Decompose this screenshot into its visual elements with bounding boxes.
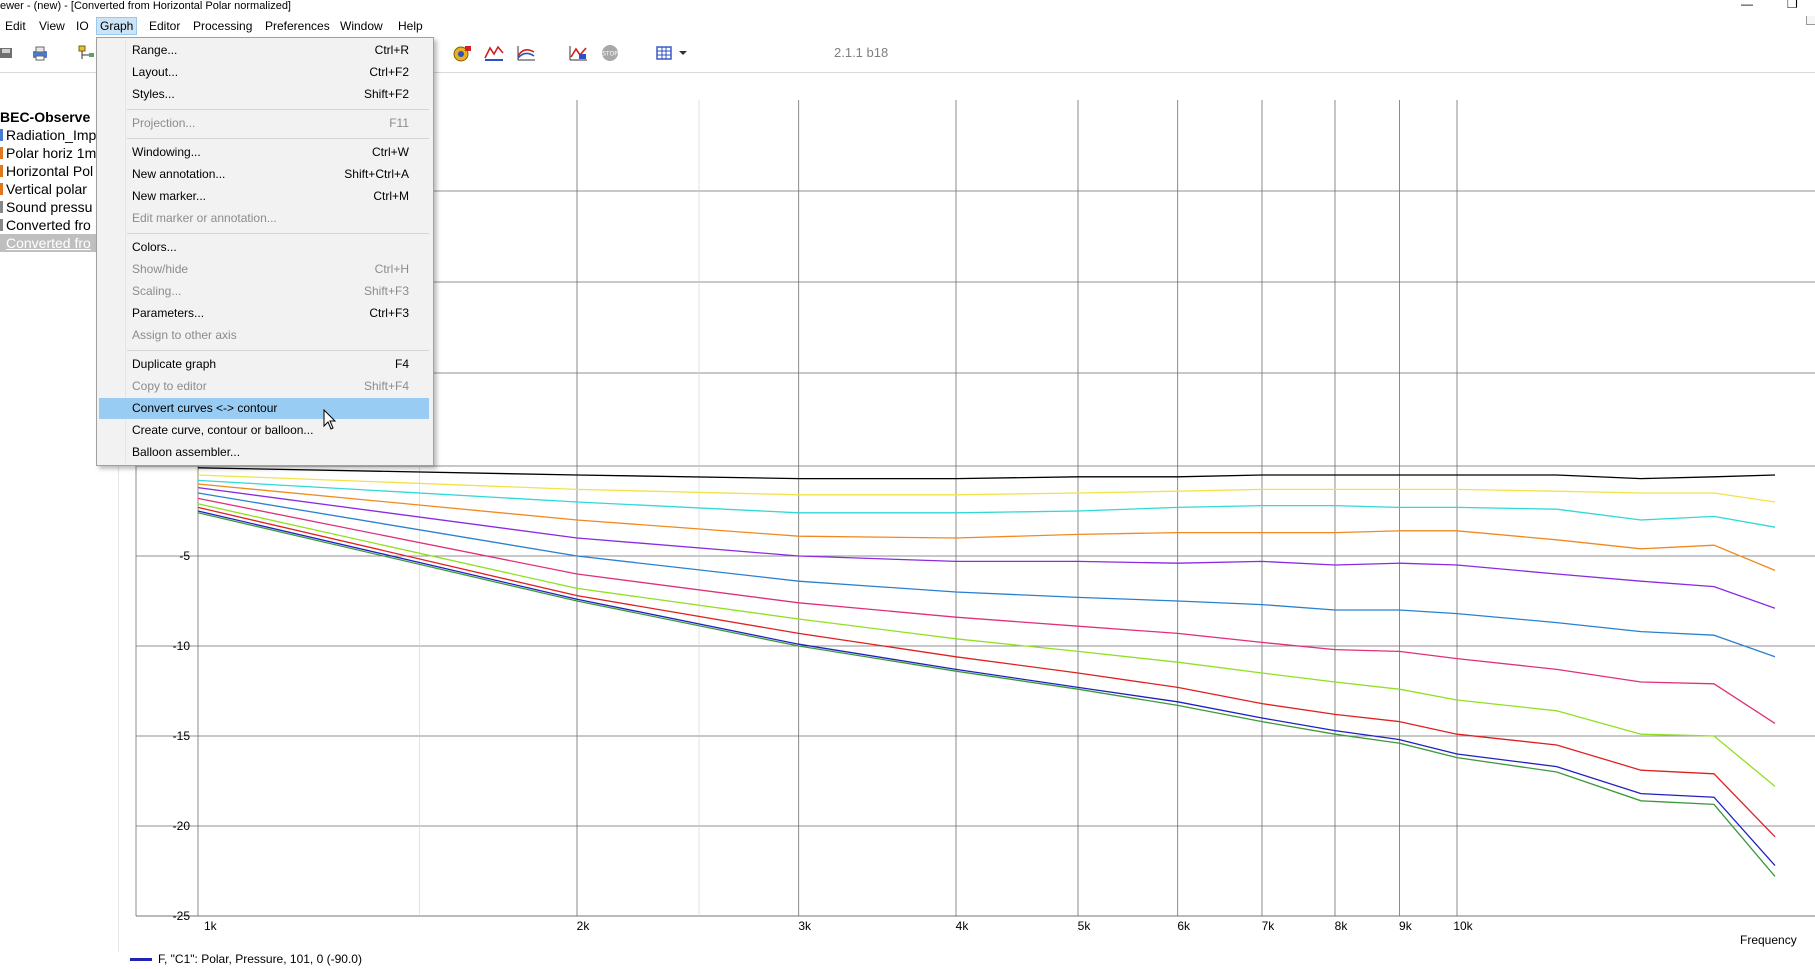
axis-label-layer: -5 -10 -15 -20 -25 1k 2k 3k 4k 5k 6k 7k 8k 9k 10k Frequ… (173, 549, 1797, 947)
menu-item-shortcut: Shift+Ctrl+A (344, 167, 409, 181)
x-axis-label: Frequency (1740, 933, 1797, 947)
x-tick-label: 10k (1453, 919, 1473, 933)
menu-item-label: Range... (132, 43, 178, 57)
menu-item-label: Balloon assembler... (132, 445, 241, 459)
curve-series-2 (197, 479, 1776, 528)
curve-series-5 (197, 492, 1776, 658)
x-tick-label: 6k (1177, 919, 1191, 933)
menu-item-convert-curves-contour[interactable]: Convert curves <-> contour (99, 398, 429, 419)
x-tick-label: 8k (1335, 919, 1349, 933)
curve-series-4 (197, 486, 1776, 609)
menu-item-label: Colors... (132, 240, 177, 254)
menu-item-new-marker[interactable]: New marker... Ctrl+M (99, 186, 429, 207)
menu-item-label: Convert curves <-> contour (132, 401, 278, 415)
curve-series-0 (197, 467, 1776, 480)
menu-item-label: Projection... (132, 116, 196, 130)
x-tick-label: 2k (577, 919, 591, 933)
menu-item-label: Create curve, contour or balloon... (132, 423, 314, 437)
y-tick-label: -15 (173, 729, 191, 743)
y-tick-label: -5 (179, 549, 190, 563)
curve-series-1 (197, 474, 1776, 503)
x-tick-label: 4k (956, 919, 970, 933)
curve-series-9 (197, 510, 1776, 867)
menu-item-projection[interactable]: Projection... F11 (99, 113, 429, 134)
graph-menu-dropdown: Range... Ctrl+R Layout... Ctrl+F2 Styles... S… (96, 37, 434, 466)
menu-item-label: Assign to other axis (132, 328, 237, 342)
menu-item-show-hide[interactable]: Show/hide Ctrl+H (99, 259, 429, 280)
menu-item-shortcut: Shift+F3 (363, 284, 409, 298)
menu-item-edit-marker-or-annotation[interactable]: Edit marker or annotation... (99, 208, 429, 229)
menu-item-shortcut: Ctrl+F3 (369, 306, 409, 320)
menu-item-label: Copy to editor (132, 379, 207, 393)
curve-series-3 (197, 483, 1776, 572)
menu-item-shortcut: Ctrl+W (372, 145, 409, 159)
menu-item-shortcut: Shift+F2 (363, 87, 409, 101)
menu-item-label: Parameters... (132, 306, 205, 320)
mouse-cursor-icon (323, 409, 337, 430)
x-tick-label: 1k (204, 919, 218, 933)
menu-item-balloon-assembler[interactable]: Balloon assembler... (99, 442, 429, 463)
menu-item-range[interactable]: Range... Ctrl+R (99, 40, 429, 61)
menu-item-new-annotation[interactable]: New annotation... Shift+Ctrl+A (99, 164, 429, 185)
menu-item-shortcut: Shift+F4 (363, 379, 409, 393)
menu-item-layout[interactable]: Layout... Ctrl+F2 (99, 62, 429, 83)
menu-item-create-curve-contour-or-balloon[interactable]: Create curve, contour or balloon... (99, 420, 429, 441)
menu-separator (127, 233, 429, 234)
menu-item-duplicate-graph[interactable]: Duplicate graph F4 (99, 354, 429, 375)
y-tick-label: -20 (173, 819, 191, 833)
menu-separator (127, 109, 429, 110)
y-tick-label: -25 (173, 909, 191, 923)
menu-item-copy-to-editor[interactable]: Copy to editor Shift+F4 (99, 376, 429, 397)
curve-legend: F, "C1": Polar, Pressure, 101, 0 (-90.0) (130, 951, 362, 967)
menu-item-shortcut: Ctrl+F2 (369, 65, 409, 79)
curve-layer (197, 467, 1776, 877)
menu-item-styles[interactable]: Styles... Shift+F2 (99, 84, 429, 105)
x-tick-label: 9k (1399, 919, 1413, 933)
menu-item-label: Edit marker or annotation... (132, 211, 277, 225)
menu-item-assign-to-other-axis[interactable]: Assign to other axis (99, 325, 429, 346)
x-tick-label: 3k (798, 919, 812, 933)
menu-item-colors[interactable]: Colors... (99, 237, 429, 258)
curve-series-10 (197, 512, 1776, 877)
x-tick-label: 7k (1262, 919, 1276, 933)
menu-item-shortcut: Ctrl+R (374, 43, 409, 57)
menu-item-label: Styles... (132, 87, 175, 101)
menu-item-label: Show/hide (132, 262, 189, 276)
menu-separator (127, 350, 429, 351)
menu-item-shortcut: F11 (389, 116, 409, 130)
menu-item-scaling[interactable]: Scaling... Shift+F3 (99, 281, 429, 302)
menu-item-parameters[interactable]: Parameters... Ctrl+F3 (99, 303, 429, 324)
menu-item-shortcut: Ctrl+H (374, 262, 409, 276)
legend-swatch (130, 958, 152, 962)
menu-item-label: Scaling... (132, 284, 182, 298)
x-tick-label: 5k (1078, 919, 1092, 933)
menu-item-label: New annotation... (132, 167, 226, 181)
y-tick-label: -10 (173, 639, 191, 653)
menu-item-shortcut: F4 (394, 357, 409, 371)
menu-item-label: Duplicate graph (132, 357, 217, 371)
menu-item-label: Layout... (132, 65, 179, 79)
menu-separator (127, 138, 429, 139)
menu-item-label: New marker... (132, 189, 207, 203)
legend-text: F, "C1": Polar, Pressure, 101, 0 (-90.0) (158, 952, 362, 966)
menu-item-windowing[interactable]: Windowing... Ctrl+W (99, 142, 429, 163)
menu-item-label: Windowing... (132, 145, 201, 159)
menu-item-shortcut: Ctrl+M (373, 189, 409, 203)
